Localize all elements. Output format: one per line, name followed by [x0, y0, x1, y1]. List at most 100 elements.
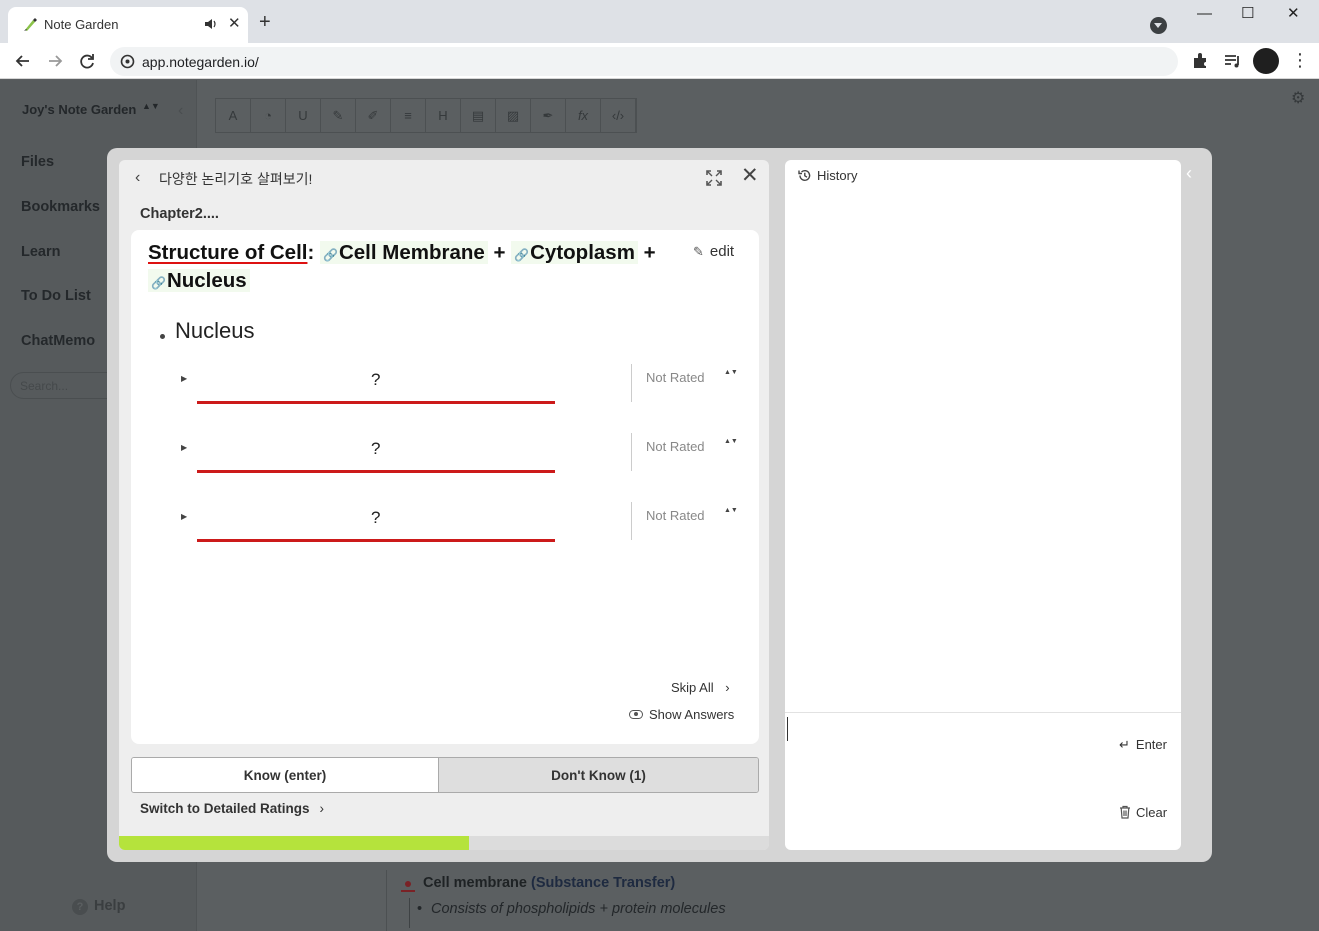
browser-menu-icon[interactable]: ⋮ [1291, 51, 1309, 69]
rating-select[interactable]: Not Rated [646, 508, 705, 523]
history-input[interactable] [787, 717, 1167, 741]
note-line-1: Cell membrane (Substance Transfer) [423, 875, 675, 891]
expand-caret-icon[interactable]: ▶ [181, 443, 187, 452]
know-button[interactable]: Know (enter) [132, 758, 439, 792]
card-title-main: Structure of Cell [148, 241, 308, 264]
link-icon: 🔗 [151, 276, 166, 290]
card-title-colon: : [307, 241, 315, 264]
forward-arrow-icon[interactable] [44, 50, 66, 72]
history-header: History [797, 168, 857, 183]
note-indent-bar [409, 898, 410, 928]
hidden-answer[interactable]: ? [371, 439, 380, 459]
formula-button[interactable]: fx [566, 99, 601, 132]
skip-all-button[interactable]: Skip All › [671, 680, 730, 695]
sidebar-item-todo[interactable]: To Do List [21, 288, 91, 304]
note-bullet-underline [401, 890, 415, 892]
back-chevron-icon[interactable]: ‹ [135, 169, 140, 187]
sidebar-collapse-icon[interactable]: ‹ [178, 102, 183, 120]
progress-bar [119, 836, 769, 850]
link-chip-cytoplasm[interactable]: 🔗Cytoplasm [511, 241, 638, 264]
text-style-button[interactable]: A [216, 99, 251, 132]
sidebar-item-bookmarks[interactable]: Bookmarks [21, 199, 100, 215]
chevron-right-icon: › [725, 680, 730, 695]
edit-button[interactable]: ✎ edit [693, 243, 734, 260]
heading-button[interactable]: H [426, 99, 461, 132]
expand-icon[interactable] [705, 169, 723, 187]
trash-icon [1120, 805, 1130, 819]
help-link[interactable]: ? Help [72, 898, 125, 915]
code-button[interactable]: ‹/› [601, 99, 636, 132]
link-chip-cell-membrane[interactable]: 🔗Cell Membrane [320, 241, 488, 264]
address-bar[interactable]: app.notegarden.io/ [110, 47, 1178, 76]
image-button[interactable]: ▨ [496, 99, 531, 132]
clear-button[interactable]: Clear [1119, 805, 1167, 820]
link-chip-nucleus[interactable]: 🔗Nucleus [148, 269, 250, 292]
media-queue-icon[interactable] [1222, 51, 1242, 71]
underline-button[interactable]: U [286, 99, 321, 132]
extensions-icon[interactable] [1190, 51, 1210, 71]
workspace-switch-icon[interactable]: ▲▼ [142, 102, 160, 111]
table-button[interactable]: ▤ [461, 99, 496, 132]
enter-button[interactable]: ↵ Enter [1119, 737, 1167, 753]
edit-box-button[interactable]: ✐ [356, 99, 391, 132]
site-info-icon[interactable] [120, 54, 135, 69]
rating-spinner-icon[interactable]: ▲▼ [724, 369, 738, 376]
rating-divider [631, 364, 632, 402]
card-title: Structure of Cell: 🔗Cell Membrane + 🔗Cyt… [148, 240, 668, 296]
switch-detailed-ratings-link[interactable]: Switch to Detailed Ratings › [140, 801, 324, 816]
expand-caret-icon[interactable]: ▶ [181, 512, 187, 521]
answer-underline [197, 539, 555, 542]
speaker-icon[interactable] [204, 17, 218, 31]
skip-all-label: Skip All [671, 680, 714, 695]
rating-spinner-icon[interactable]: ▲▼ [724, 438, 738, 445]
new-tab-button[interactable]: + [259, 12, 271, 32]
quiz-panel: ‹ 다양한 논리기호 살펴보기! ✕ Chapter2.... Structur… [119, 160, 769, 850]
sidebar-item-files[interactable]: Files [21, 154, 54, 170]
browser-tabstrip: Note Garden ✕ + — ☐ ✕ [0, 0, 1319, 43]
sidebar-item-learn[interactable]: Learn [21, 244, 61, 260]
history-separator [785, 712, 1181, 713]
profile-avatar[interactable] [1253, 48, 1279, 74]
numbered-list-button[interactable]: ≡ [391, 99, 426, 132]
show-answers-button[interactable]: Show Answers [629, 707, 734, 722]
history-icon [798, 169, 811, 181]
close-window-button[interactable]: ✕ [1287, 5, 1300, 23]
learn-modal: ‹ 다양한 논리기호 살펴보기! ✕ Chapter2.... Structur… [107, 148, 1212, 862]
browser-tab[interactable]: Note Garden ✕ [8, 7, 248, 43]
maximize-button[interactable]: ☐ [1241, 5, 1254, 23]
sidebar-item-chatmemo[interactable]: ChatMemo [21, 333, 95, 349]
settings-gear-icon[interactable]: ⚙ [1291, 88, 1305, 108]
progress-fill [119, 836, 470, 850]
draw-button[interactable]: ✒ [531, 99, 566, 132]
dont-know-button[interactable]: Don't Know (1) [439, 758, 758, 792]
close-modal-icon[interactable]: ✕ [741, 165, 759, 187]
tab-close-icon[interactable]: ✕ [228, 15, 241, 33]
show-answers-label: Show Answers [649, 707, 735, 722]
reload-icon[interactable] [76, 50, 98, 72]
hidden-answer[interactable]: ? [371, 370, 380, 390]
note-line-1-main: Cell membrane [423, 875, 527, 891]
minimize-button[interactable]: — [1197, 5, 1212, 23]
enter-icon: ↵ [1119, 737, 1130, 752]
eye-icon [629, 710, 643, 719]
link-icon: 🔗 [514, 248, 530, 262]
rating-select[interactable]: Not Rated [646, 439, 705, 454]
help-label: Help [94, 898, 126, 914]
highlight-button[interactable]: ✎ [321, 99, 356, 132]
pencil-icon: ✎ [693, 244, 704, 259]
tab-search-icon[interactable] [1150, 17, 1167, 34]
rating-spinner-icon[interactable]: ▲▼ [724, 507, 738, 514]
panel-collapse-icon[interactable]: ‹ [1186, 163, 1192, 183]
switch-label: Switch to Detailed Ratings [140, 801, 310, 816]
note-garden-favicon-icon [24, 18, 37, 31]
question-row: ▶ ? Not Rated ▲▼ [131, 502, 759, 554]
modal-title: 다양한 논리기호 살펴보기! [159, 171, 313, 187]
expand-caret-icon[interactable]: ▶ [181, 374, 187, 383]
back-arrow-icon[interactable] [12, 50, 34, 72]
rating-select[interactable]: Not Rated [646, 370, 705, 385]
workspace-name[interactable]: Joy's Note Garden [22, 102, 136, 117]
enter-label: Enter [1135, 737, 1167, 752]
hidden-answer[interactable]: ? [371, 508, 380, 528]
format-clear-button[interactable]: ◔ [251, 99, 286, 132]
tab-title: Note Garden [44, 17, 119, 32]
